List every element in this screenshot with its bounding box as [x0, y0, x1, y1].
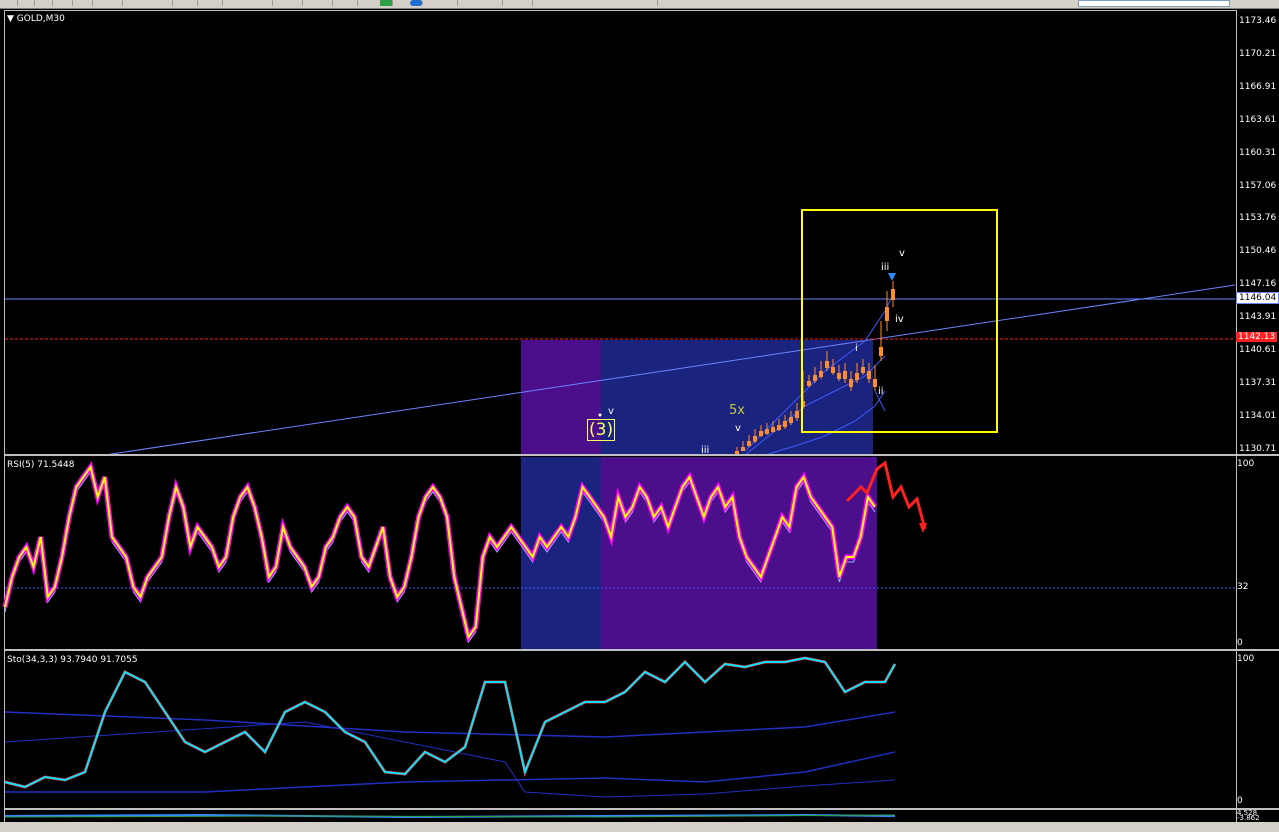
candle-body — [825, 361, 829, 368]
sto-level-100: 100 — [1237, 654, 1255, 664]
rsi-chart-svg — [2, 457, 1235, 649]
price-axis-label: 1157.06 — [1239, 180, 1277, 191]
candle-body — [783, 421, 787, 427]
save-button[interactable] — [40, 0, 53, 6]
navy-zone — [601, 340, 873, 455]
candle-body — [741, 447, 745, 451]
open-button[interactable] — [22, 0, 35, 6]
candle-body — [879, 347, 883, 356]
trendline-tool-button[interactable] — [345, 0, 358, 6]
price-axis-label: 1130.71 — [1239, 443, 1277, 454]
horizontal-scrollbar[interactable] — [0, 822, 1279, 832]
new-chart-button[interactable] — [5, 0, 18, 6]
candle-body — [795, 411, 799, 418]
candle-body — [861, 367, 865, 373]
sto-title: Sto(34,3,3) 93.7940 91.7055 — [7, 655, 138, 665]
candle-body — [867, 371, 871, 379]
candle-body — [831, 367, 835, 373]
price-axis-label: 1134.01 — [1239, 410, 1277, 421]
rsi-level-32: 32 — [1237, 582, 1249, 592]
rsi-level-100: 100 — [1237, 459, 1255, 469]
crosshair-button[interactable] — [260, 0, 273, 6]
candle-body — [819, 371, 823, 377]
candle-body — [891, 289, 895, 300]
toolbar — [0, 0, 1279, 9]
candle-body — [789, 417, 793, 423]
candle-body — [777, 425, 781, 430]
current-price-tag: 1146.04 — [1236, 292, 1279, 304]
price-axis-label: 1137.31 — [1239, 377, 1277, 388]
price-pane[interactable]: ▼ GOLD,M30 5x (3) v v v iii iv i ii iii … — [5, 11, 1279, 456]
scroll-button[interactable] — [185, 0, 198, 6]
marker-dot — [598, 413, 602, 417]
price-axis-label: 1160.31 — [1239, 147, 1277, 158]
wave-label-i: i — [855, 343, 858, 354]
zoom-out-button[interactable] — [110, 0, 123, 6]
pane-separator[interactable] — [5, 454, 1279, 456]
period-icon[interactable] — [410, 0, 423, 6]
chart-title: ▼ GOLD,M30 — [7, 14, 65, 24]
sto-level-0: 0 — [1237, 796, 1243, 806]
wave-label-v-top: v — [899, 248, 905, 259]
rsi-level-0: 0 — [1237, 638, 1243, 648]
autoscroll-button[interactable] — [210, 0, 223, 6]
rsi-title: RSI(5) 71.5448 — [7, 460, 75, 470]
wave-label-iv: iv — [895, 314, 904, 325]
wave-label-5x: 5x — [729, 403, 745, 418]
candle-body — [843, 371, 847, 379]
price-axis-label: 1166.91 — [1239, 81, 1277, 92]
candle-body — [855, 373, 859, 380]
text-tool-button[interactable] — [520, 0, 533, 6]
wave-label-v-small: v — [608, 406, 614, 417]
stochastic-pane[interactable]: Sto(34,3,3) 93.7940 91.7055 100 0 — [4, 652, 1254, 808]
candle-body — [807, 381, 811, 386]
bottom-level-bottom: -3.862 — [1237, 814, 1260, 822]
price-axis-label: 1173.46 — [1239, 16, 1277, 26]
add-indicator-icon[interactable] — [380, 0, 393, 6]
print-button[interactable] — [60, 0, 73, 6]
fib-tool-button[interactable] — [645, 0, 658, 6]
tile-button[interactable] — [160, 0, 173, 6]
candle-body — [753, 436, 757, 442]
sto-chart-svg — [4, 656, 897, 798]
price-axis-label: 1140.61 — [1239, 345, 1277, 355]
price-chart-svg — [5, 209, 1236, 456]
candle-body — [813, 375, 817, 381]
candle-body — [759, 431, 763, 436]
symbol-search-input[interactable] — [1078, 0, 1230, 7]
wave-label-ii: ii — [878, 386, 884, 397]
price-axis-label: 1163.61 — [1239, 114, 1277, 125]
candle-body — [747, 441, 751, 446]
candle-body — [873, 379, 877, 387]
pane-separator[interactable] — [5, 649, 1279, 651]
candle-body — [765, 429, 769, 434]
price-axis-label: 1153.76 — [1239, 213, 1277, 224]
arrow-down-icon — [888, 273, 896, 281]
bottom-indicator-pane[interactable]: 4.528 -3.862 — [4, 809, 1260, 822]
bottom-indicator-svg — [4, 813, 896, 819]
hline-tool-button[interactable] — [320, 0, 333, 6]
zoom-in-button[interactable] — [80, 0, 93, 6]
bid-price-tag: 1142.13 — [1236, 332, 1278, 342]
price-axis-label: 1143.91 — [1239, 312, 1277, 323]
line-tool-button[interactable] — [290, 0, 303, 6]
template-button[interactable] — [445, 0, 458, 6]
sto-lines-group — [4, 656, 897, 798]
price-axis-label: 1147.16 — [1239, 279, 1277, 290]
candle-body — [885, 307, 889, 321]
candle-body — [771, 427, 775, 432]
wave-label-3: (3) — [587, 419, 616, 441]
candle-body — [837, 373, 841, 379]
wave-label-v-mid: v — [735, 423, 741, 434]
price-axis-label: 1170.21 — [1239, 48, 1277, 59]
price-axis-label: 1150.46 — [1239, 246, 1277, 257]
rsi-pane[interactable]: RSI(5) 71.5448 100 32 0 — [2, 457, 1254, 649]
sto-signal-line — [4, 656, 897, 789]
candle-body — [849, 379, 853, 387]
cursor-button[interactable] — [490, 0, 503, 6]
wave-label-iii-top: iii — [881, 262, 890, 273]
